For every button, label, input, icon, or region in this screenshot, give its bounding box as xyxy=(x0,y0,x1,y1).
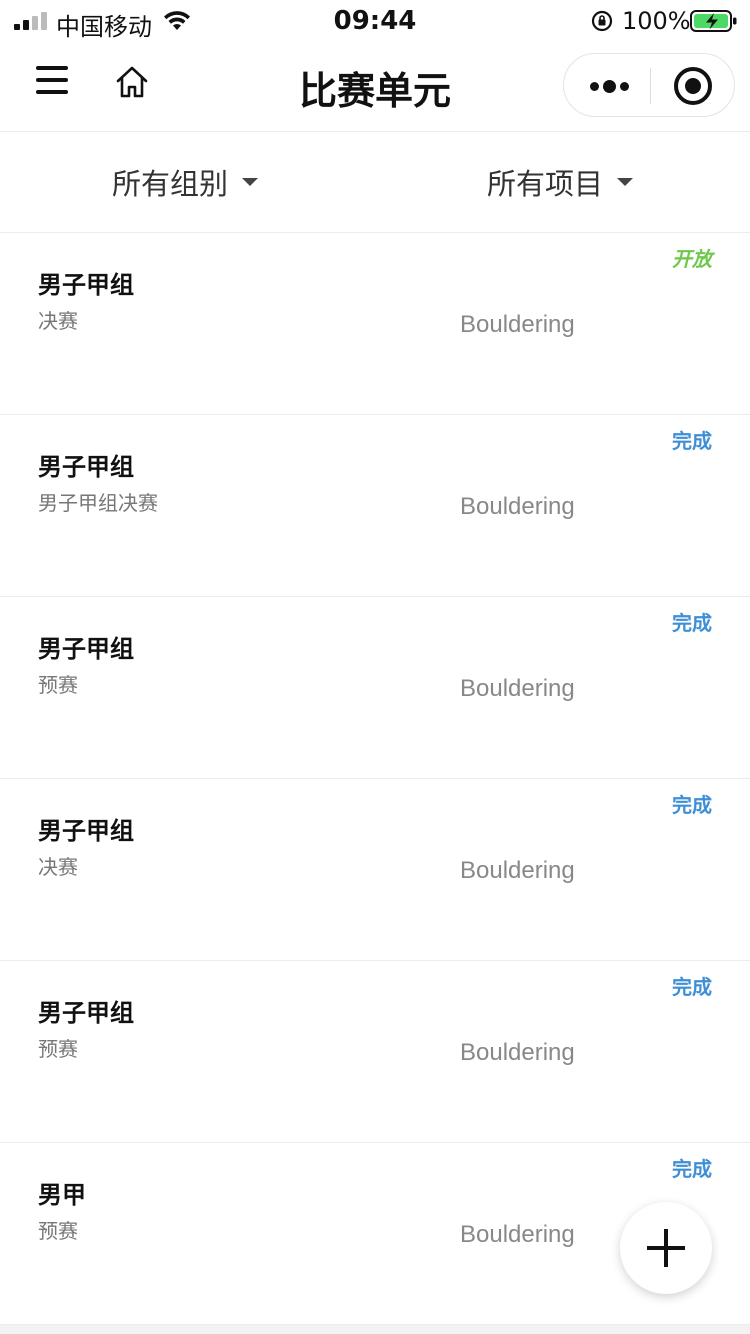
list-item[interactable]: 男子甲组 预赛 Bouldering 完成 xyxy=(0,597,750,779)
close-target-icon[interactable] xyxy=(674,67,712,105)
item-subtitle: 预赛 xyxy=(38,1219,78,1243)
item-subtitle: 决赛 xyxy=(38,855,78,879)
item-sport: Bouldering xyxy=(460,675,575,702)
item-title: 男子甲组 xyxy=(38,817,134,845)
page-title: 比赛单元 xyxy=(298,69,451,113)
filter-bar: 所有组别 所有项目 xyxy=(0,132,750,233)
competition-unit-list: 男子甲组 决赛 Bouldering 开放 男子甲组 男子甲组决赛 Boulde… xyxy=(0,233,750,1325)
caret-down-icon xyxy=(617,178,634,186)
status-badge: 完成 xyxy=(672,611,712,635)
nav-bar: 比赛单元 xyxy=(0,42,750,132)
status-badge: 完成 xyxy=(672,1157,712,1181)
event-filter-dropdown[interactable]: 所有项目 xyxy=(487,162,634,202)
item-subtitle: 男子甲组决赛 xyxy=(38,491,158,515)
list-item[interactable]: 男子甲组 决赛 Bouldering 开放 xyxy=(0,233,750,415)
group-filter-label: 所有组别 xyxy=(112,167,229,201)
item-sport: Bouldering xyxy=(460,493,575,520)
list-item[interactable]: 男子甲组 男子甲组决赛 Bouldering 完成 xyxy=(0,415,750,597)
battery-charging-icon xyxy=(690,10,737,32)
item-sport: Bouldering xyxy=(460,857,575,884)
item-title: 男子甲组 xyxy=(38,453,134,481)
status-bar: 中国移动 09:44 100% xyxy=(0,0,750,42)
mini-program-capsule xyxy=(563,53,735,117)
wifi-icon xyxy=(164,11,190,30)
bottom-divider xyxy=(0,1325,750,1334)
item-sport: Bouldering xyxy=(460,311,575,338)
status-badge: 开放 xyxy=(672,247,712,271)
rotation-lock-icon xyxy=(591,10,613,32)
item-title: 男甲 xyxy=(38,1181,86,1209)
list-item[interactable]: 男子甲组 预赛 Bouldering 完成 xyxy=(0,961,750,1143)
more-icon[interactable] xyxy=(584,66,632,106)
item-title: 男子甲组 xyxy=(38,999,134,1027)
status-badge: 完成 xyxy=(672,975,712,999)
event-filter-label: 所有项目 xyxy=(487,167,604,201)
group-filter-dropdown[interactable]: 所有组别 xyxy=(112,162,259,202)
caret-down-icon xyxy=(242,178,259,186)
capsule-divider xyxy=(650,68,651,104)
signal-icon xyxy=(14,12,48,30)
item-sport: Bouldering xyxy=(460,1221,575,1248)
list-item[interactable]: 男子甲组 决赛 Bouldering 完成 xyxy=(0,779,750,961)
carrier-name: 中国移动 xyxy=(56,13,152,41)
status-badge: 完成 xyxy=(672,793,712,817)
battery-percent: 100% xyxy=(622,7,691,35)
item-title: 男子甲组 xyxy=(38,271,134,299)
item-subtitle: 预赛 xyxy=(38,673,78,697)
home-icon[interactable] xyxy=(112,62,152,102)
add-button[interactable] xyxy=(620,1202,712,1294)
status-badge: 完成 xyxy=(672,429,712,453)
menu-icon[interactable] xyxy=(36,66,68,94)
item-sport: Bouldering xyxy=(460,1039,575,1066)
item-title: 男子甲组 xyxy=(38,635,134,663)
status-time: 09:44 xyxy=(333,6,417,36)
item-subtitle: 预赛 xyxy=(38,1037,78,1061)
item-subtitle: 决赛 xyxy=(38,309,78,333)
